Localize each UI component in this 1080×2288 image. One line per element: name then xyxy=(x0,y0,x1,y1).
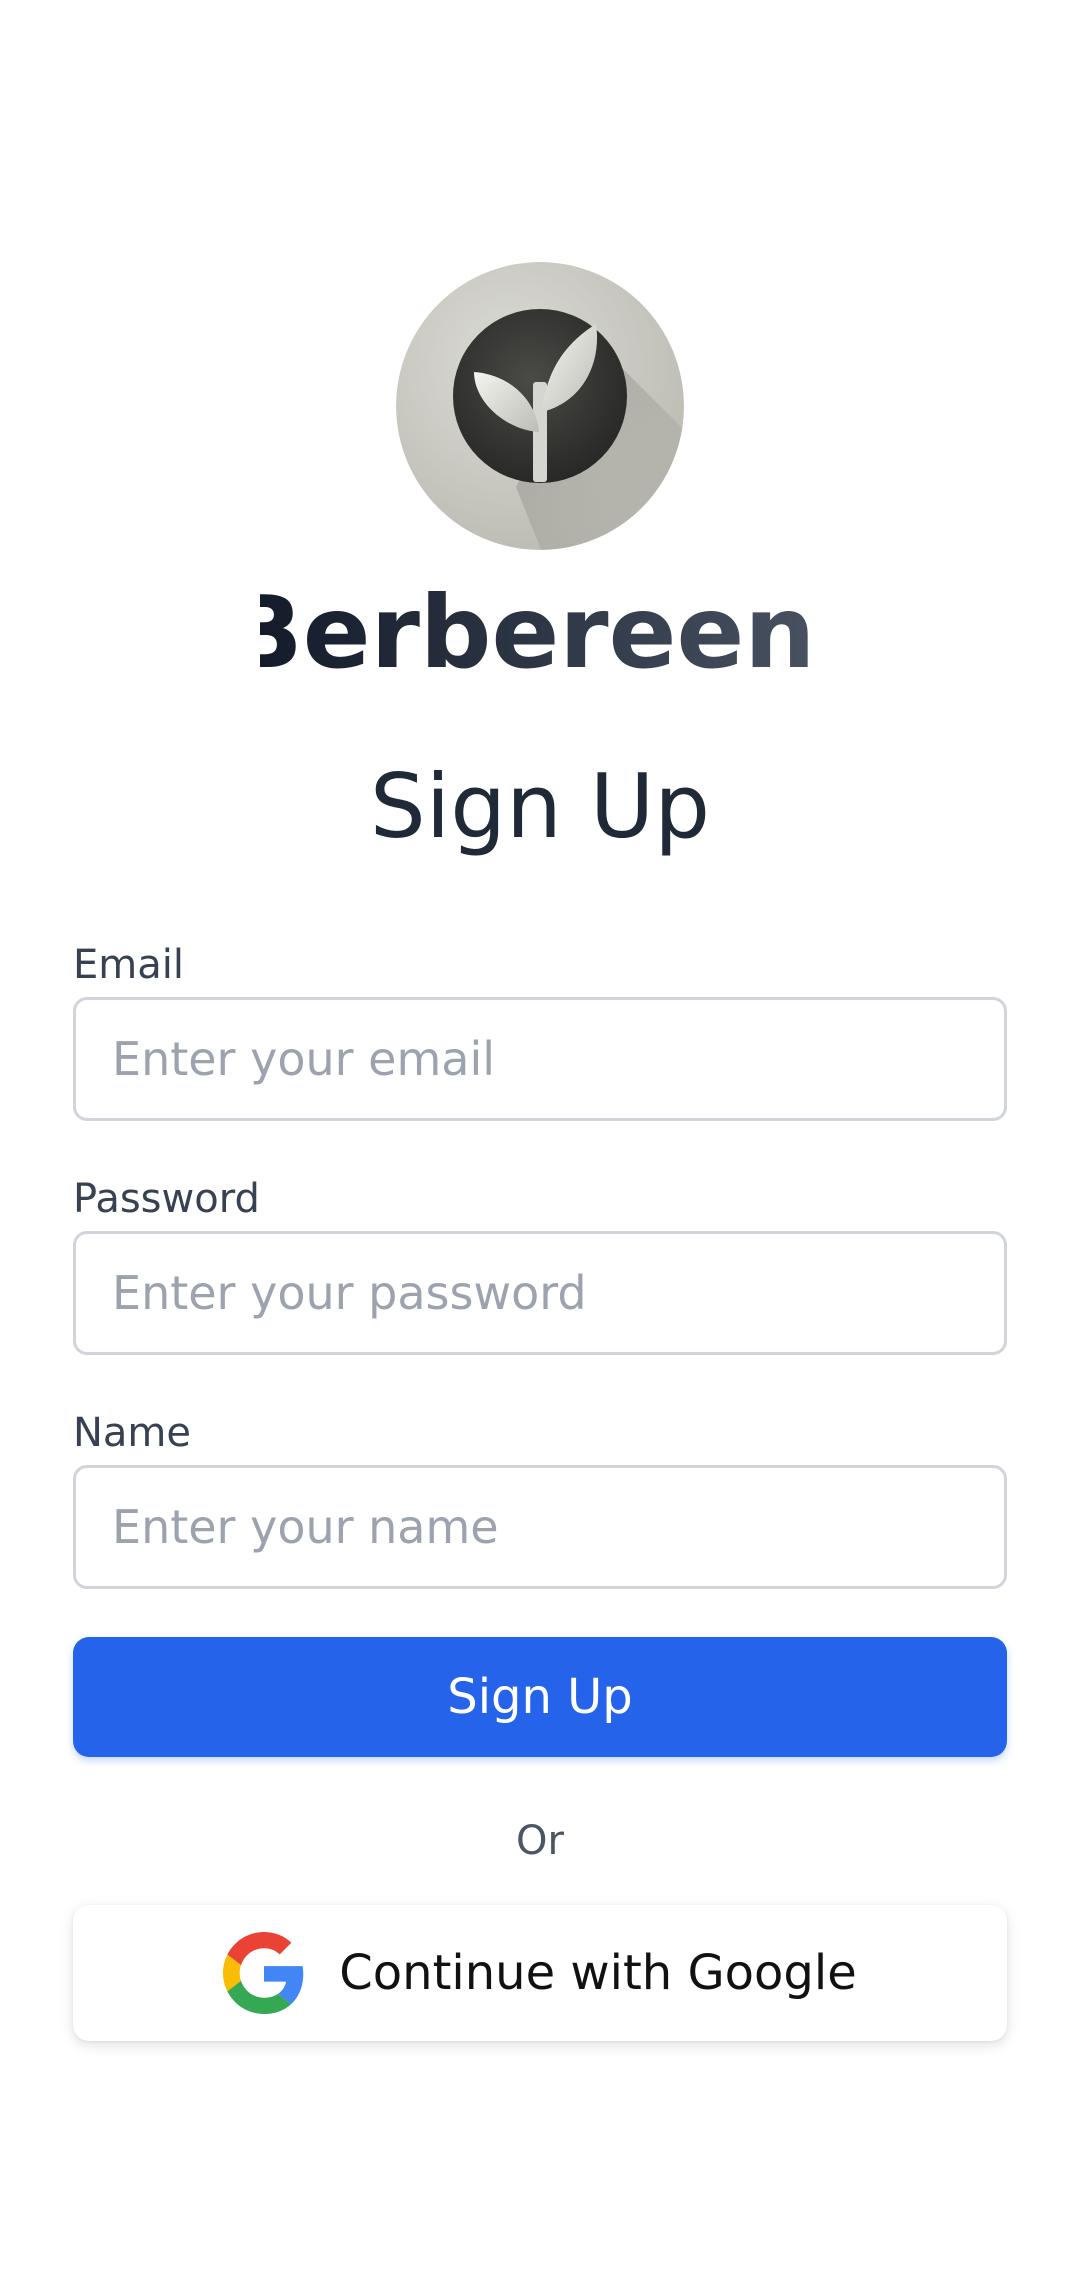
name-field[interactable] xyxy=(73,1465,1007,1589)
google-icon xyxy=(223,1932,305,2014)
brand-name: Berbereen. xyxy=(260,575,820,685)
brand-wordmark: Berbereen. xyxy=(0,575,1080,685)
signup-button[interactable]: Sign Up xyxy=(73,1637,1007,1757)
continue-with-google-button[interactable]: Continue with Google xyxy=(73,1905,1007,2041)
email-field[interactable] xyxy=(73,997,1007,1121)
google-button-label: Continue with Google xyxy=(339,1945,857,2001)
app-logo xyxy=(396,262,684,550)
sprout-icon xyxy=(396,262,684,550)
password-field[interactable] xyxy=(73,1231,1007,1355)
name-label: Name xyxy=(73,1410,192,1456)
or-divider: Or xyxy=(516,1818,564,1864)
password-label: Password xyxy=(73,1176,260,1222)
email-label: Email xyxy=(73,942,184,988)
page-title: Sign Up xyxy=(369,755,711,858)
signup-screen: Berbereen. Sign Up Email Password Name S… xyxy=(0,0,1080,2288)
